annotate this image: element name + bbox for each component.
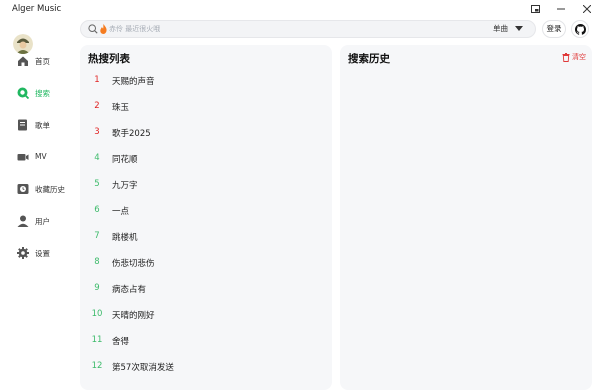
hot-search-title: 热搜列表 (88, 53, 130, 65)
minimize-button[interactable] (548, 0, 574, 18)
list-item[interactable]: 5 九万字 (80, 175, 332, 193)
mini-player-button[interactable] (522, 0, 548, 18)
github-icon (574, 23, 586, 35)
rank-number: 11 (91, 335, 103, 345)
clear-history-button[interactable]: 清空 (562, 52, 586, 62)
sidebar-item-label: 首页 (35, 57, 50, 66)
trash-icon (562, 52, 570, 62)
login-button[interactable]: 登录 (542, 20, 566, 38)
close-button[interactable] (574, 0, 600, 18)
search-input[interactable]: 赤伶 最近很火哦 (109, 24, 160, 34)
search-icon (88, 24, 98, 34)
hot-search-term: 天晴的刚好 (112, 311, 155, 321)
rank-number: 12 (91, 361, 103, 371)
rank-number: 3 (94, 127, 100, 137)
sidebar: 首页 搜索 歌单 MV 收藏历史 用户 设置 (0, 18, 76, 390)
sidebar-item-settings[interactable]: 设置 (0, 244, 76, 264)
sidebar-item-search[interactable]: 搜索 (0, 84, 76, 104)
sidebar-item-home[interactable]: 首页 (0, 52, 76, 72)
hot-search-term: 天赐的声音 (112, 77, 155, 87)
search-history-panel: 搜索历史 清空 (340, 45, 592, 390)
sidebar-item-user[interactable]: 用户 (0, 212, 76, 232)
window-controls (522, 0, 600, 18)
rank-number: 4 (94, 153, 100, 163)
hot-search-panel: 热搜列表 1 天赐的声音 2 珠玉 3 歌手2025 4 同花顺 5 九万字 6 一点 7 跳… (80, 45, 332, 390)
hot-search-term: 跳楼机 (112, 233, 138, 243)
history-icon (17, 183, 29, 195)
github-button[interactable] (571, 20, 589, 38)
list-item[interactable]: 9 病态占有 (80, 279, 332, 297)
mini-player-icon (530, 5, 540, 13)
hot-search-term: 伤悲切悲伤 (112, 259, 155, 269)
sidebar-item-label: 搜索 (35, 89, 50, 98)
list-item[interactable]: 1 天赐的声音 (80, 71, 332, 89)
rank-number: 2 (94, 101, 100, 111)
list-item[interactable]: 11 舍得 (80, 331, 332, 349)
close-icon (583, 5, 591, 13)
title-bar: Alger Music (0, 0, 600, 18)
hot-search-term: 一点 (112, 207, 130, 217)
hot-search-term: 同花顺 (112, 155, 138, 165)
rank-number: 1 (94, 75, 100, 85)
search-history-title: 搜索历史 (348, 53, 390, 65)
sidebar-item-label: 收藏历史 (35, 185, 65, 194)
hot-search-term: 九万字 (112, 181, 138, 191)
sidebar-item-label: MV (35, 152, 47, 161)
hot-search-term: 歌手2025 (112, 129, 151, 139)
list-item[interactable]: 3 歌手2025 (80, 123, 332, 141)
fire-icon (100, 24, 107, 34)
hot-search-term: 第57次取消发送 (112, 363, 174, 373)
avatar[interactable] (13, 34, 33, 54)
list-item[interactable]: 4 同花顺 (80, 149, 332, 167)
rank-number: 5 (94, 179, 100, 189)
playlist-icon (17, 119, 29, 131)
list-item[interactable]: 7 跳楼机 (80, 227, 332, 245)
search-nav-icon (17, 87, 29, 99)
rank-number: 8 (94, 257, 100, 267)
list-item[interactable]: 10 天晴的刚好 (80, 305, 332, 323)
user-icon (17, 215, 29, 227)
home-icon (17, 55, 29, 67)
hot-search-term: 珠玉 (112, 103, 130, 113)
list-item[interactable]: 2 珠玉 (80, 97, 332, 115)
hot-search-term: 舍得 (112, 337, 130, 347)
list-item[interactable]: 6 一点 (80, 201, 332, 219)
minimize-icon (557, 8, 565, 10)
rank-number: 6 (94, 205, 100, 215)
sidebar-item-label: 歌单 (35, 121, 50, 130)
sidebar-item-history[interactable]: 收藏历史 (0, 180, 76, 200)
rank-number: 10 (91, 309, 103, 319)
rank-number: 7 (94, 231, 100, 241)
sidebar-item-mv[interactable]: MV (0, 148, 76, 168)
avatar-icon (13, 34, 33, 54)
rank-number: 9 (94, 283, 100, 293)
list-item[interactable]: 12 第57次取消发送 (80, 357, 332, 375)
video-icon (17, 151, 29, 163)
chevron-down-icon[interactable] (515, 26, 523, 32)
search-type-select[interactable]: 单曲 (493, 23, 508, 34)
search-bar[interactable]: 赤伶 最近很火哦 单曲 (80, 20, 536, 38)
app-title: Alger Music (12, 4, 62, 14)
settings-icon (17, 247, 29, 259)
list-item[interactable]: 8 伤悲切悲伤 (80, 253, 332, 271)
sidebar-item-playlist[interactable]: 歌单 (0, 116, 76, 136)
sidebar-item-label: 设置 (35, 249, 50, 258)
hot-search-term: 病态占有 (112, 285, 147, 295)
clear-history-label: 清空 (572, 53, 586, 61)
sidebar-item-label: 用户 (35, 217, 50, 226)
